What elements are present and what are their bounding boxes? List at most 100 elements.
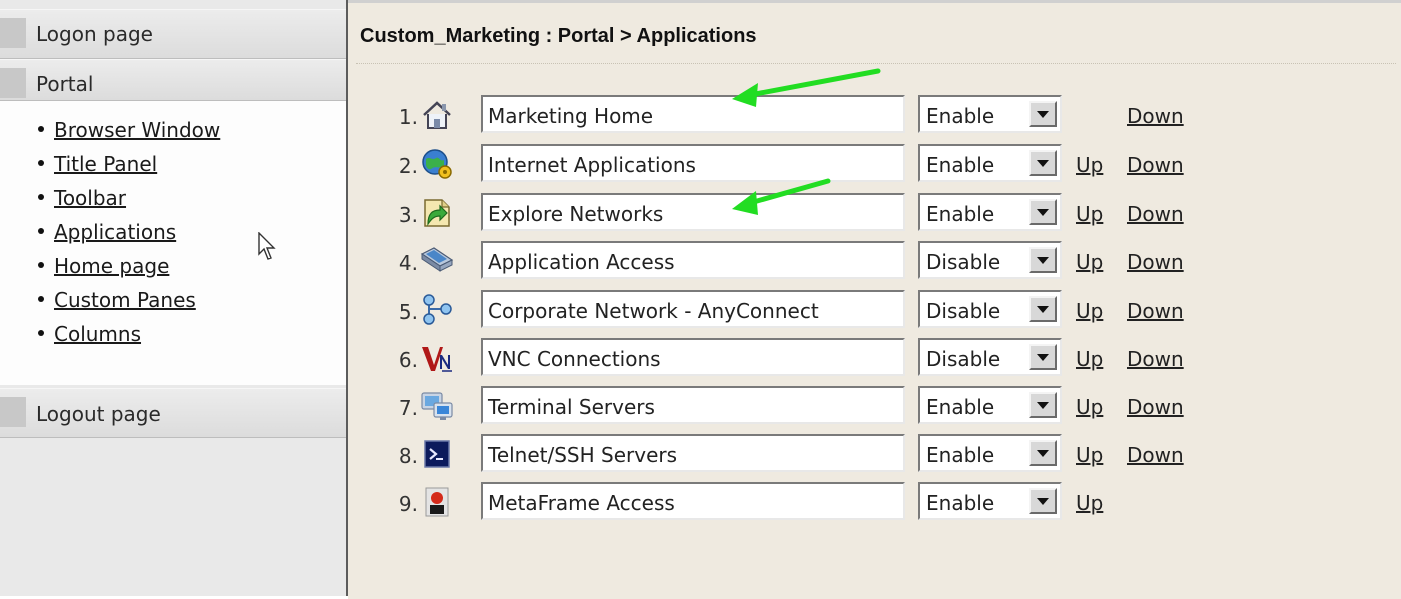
network-nodes-icon [423, 294, 452, 325]
chevron-down-icon[interactable] [1029, 392, 1057, 418]
app-name-field[interactable]: Application Access [481, 241, 905, 279]
select-value: Enable [926, 491, 995, 515]
enable-select[interactable]: Enable [918, 95, 1062, 133]
row-number: 4. [398, 251, 418, 275]
submenu-link[interactable]: Columns [54, 322, 141, 346]
bullet-icon [38, 261, 44, 268]
move-up-link[interactable]: Up [1076, 443, 1103, 467]
move-down-link[interactable]: Down [1127, 104, 1184, 128]
sidebar-item-label: Portal [36, 72, 94, 96]
chevron-down-icon[interactable] [1029, 488, 1057, 514]
submenu-item-title-panel: Title Panel [38, 152, 157, 184]
submenu-item-applications: Applications [38, 220, 176, 252]
submenu-link[interactable]: Title Panel [54, 152, 157, 176]
submenu-link[interactable]: Toolbar [54, 186, 126, 210]
select-value: Disable [926, 250, 1001, 274]
select-value: Enable [926, 153, 995, 177]
app-name-field[interactable]: Explore Networks [481, 193, 905, 231]
submenu-link[interactable]: Home page [54, 254, 169, 278]
bullet-icon [38, 329, 44, 336]
sidebar-item-logon-page[interactable]: Logon page [0, 9, 346, 59]
submenu-item-toolbar: Toolbar [38, 186, 126, 218]
chevron-down-icon[interactable] [1029, 296, 1057, 322]
move-up-link[interactable]: Up [1076, 153, 1103, 177]
app-name-field[interactable]: Terminal Servers [481, 386, 905, 424]
telnet-ssh-icon [424, 440, 450, 468]
select-value: Enable [926, 395, 995, 419]
enable-select[interactable]: Disable [918, 338, 1062, 376]
enable-select[interactable]: Disable [918, 290, 1062, 328]
enable-select[interactable]: Enable [918, 482, 1062, 520]
move-down-link[interactable]: Down [1127, 443, 1184, 467]
chevron-down-icon[interactable] [1029, 150, 1057, 176]
select-value: Enable [926, 443, 995, 467]
home-icon [423, 101, 451, 129]
submenu-link[interactable]: Browser Window [54, 118, 220, 142]
row-number: 5. [398, 300, 418, 324]
globe-gear-icon [422, 149, 452, 179]
sidebar-item-label: Logout page [36, 402, 161, 426]
bullet-icon [38, 295, 44, 302]
submenu-link[interactable]: Applications [54, 220, 176, 244]
enable-select[interactable]: Enable [918, 434, 1062, 472]
chevron-down-icon[interactable] [1029, 101, 1057, 127]
move-down-link[interactable]: Down [1127, 153, 1184, 177]
move-down-link[interactable]: Down [1127, 347, 1184, 371]
move-up-link[interactable]: Up [1076, 202, 1103, 226]
bullet-icon [38, 227, 44, 234]
annotation-arrow-icon [732, 68, 881, 107]
row-number: 8. [398, 444, 418, 468]
sidebar: Logon page Portal Browser Window Title P… [0, 0, 348, 596]
row-number: 9. [398, 492, 418, 516]
move-up-link[interactable]: Up [1076, 395, 1103, 419]
bullet-icon [38, 125, 44, 132]
chevron-down-icon[interactable] [1029, 344, 1057, 370]
move-up-link[interactable]: Up [1076, 491, 1103, 515]
app-name-field[interactable]: MetaFrame Access [481, 482, 905, 520]
sidebar-item-portal[interactable]: Portal [0, 59, 346, 101]
page-title: Custom_Marketing : Portal > Applications [360, 25, 757, 47]
terminal-server-icon [421, 392, 453, 420]
app-name-field[interactable]: VNC Connections [481, 338, 905, 376]
select-value: Enable [926, 104, 995, 128]
metaframe-icon [425, 487, 449, 517]
row-number: 6. [398, 348, 418, 372]
bullet-icon [38, 159, 44, 166]
move-up-link[interactable]: Up [1076, 250, 1103, 274]
submenu-item-custom-panes: Custom Panes [38, 288, 196, 320]
chevron-down-icon[interactable] [1029, 440, 1057, 466]
application-access-icon [420, 247, 454, 272]
sidebar-item-logout-page[interactable]: Logout page [0, 388, 346, 438]
select-value: Disable [926, 347, 1001, 371]
row-number: 2. [398, 154, 418, 178]
enable-select[interactable]: Enable [918, 193, 1062, 231]
move-up-link[interactable]: Up [1076, 347, 1103, 371]
sidebar-item-label: Logon page [36, 22, 153, 46]
enable-select[interactable]: Enable [918, 144, 1062, 182]
row-number: 7. [398, 396, 418, 420]
move-down-link[interactable]: Down [1127, 250, 1184, 274]
chevron-down-icon[interactable] [1029, 247, 1057, 273]
enable-select[interactable]: Enable [918, 386, 1062, 424]
row-number: 1. [398, 105, 418, 129]
move-down-link[interactable]: Down [1127, 395, 1184, 419]
move-down-link[interactable]: Down [1127, 202, 1184, 226]
submenu-item-home-page: Home page [38, 254, 169, 286]
select-value: Disable [926, 299, 1001, 323]
move-up-link[interactable]: Up [1076, 299, 1103, 323]
main-panel: Custom_Marketing : Portal > Applications… [348, 0, 1401, 599]
explore-network-icon [424, 199, 450, 227]
bullet-icon [38, 193, 44, 200]
move-down-link[interactable]: Down [1127, 299, 1184, 323]
vnc-icon [422, 347, 452, 372]
app-name-field[interactable]: Internet Applications [481, 144, 905, 182]
enable-select[interactable]: Disable [918, 241, 1062, 279]
annotation-arrow-icon [732, 178, 831, 215]
select-value: Enable [926, 202, 995, 226]
app-name-field[interactable]: Telnet/SSH Servers [481, 434, 905, 472]
chevron-down-icon[interactable] [1029, 199, 1057, 225]
submenu-item-browser-window: Browser Window [38, 118, 220, 150]
app-name-field[interactable]: Corporate Network - AnyConnect [481, 290, 905, 328]
submenu-link[interactable]: Custom Panes [54, 288, 196, 312]
portal-submenu: Browser Window Title Panel Toolbar Appli… [0, 101, 346, 385]
